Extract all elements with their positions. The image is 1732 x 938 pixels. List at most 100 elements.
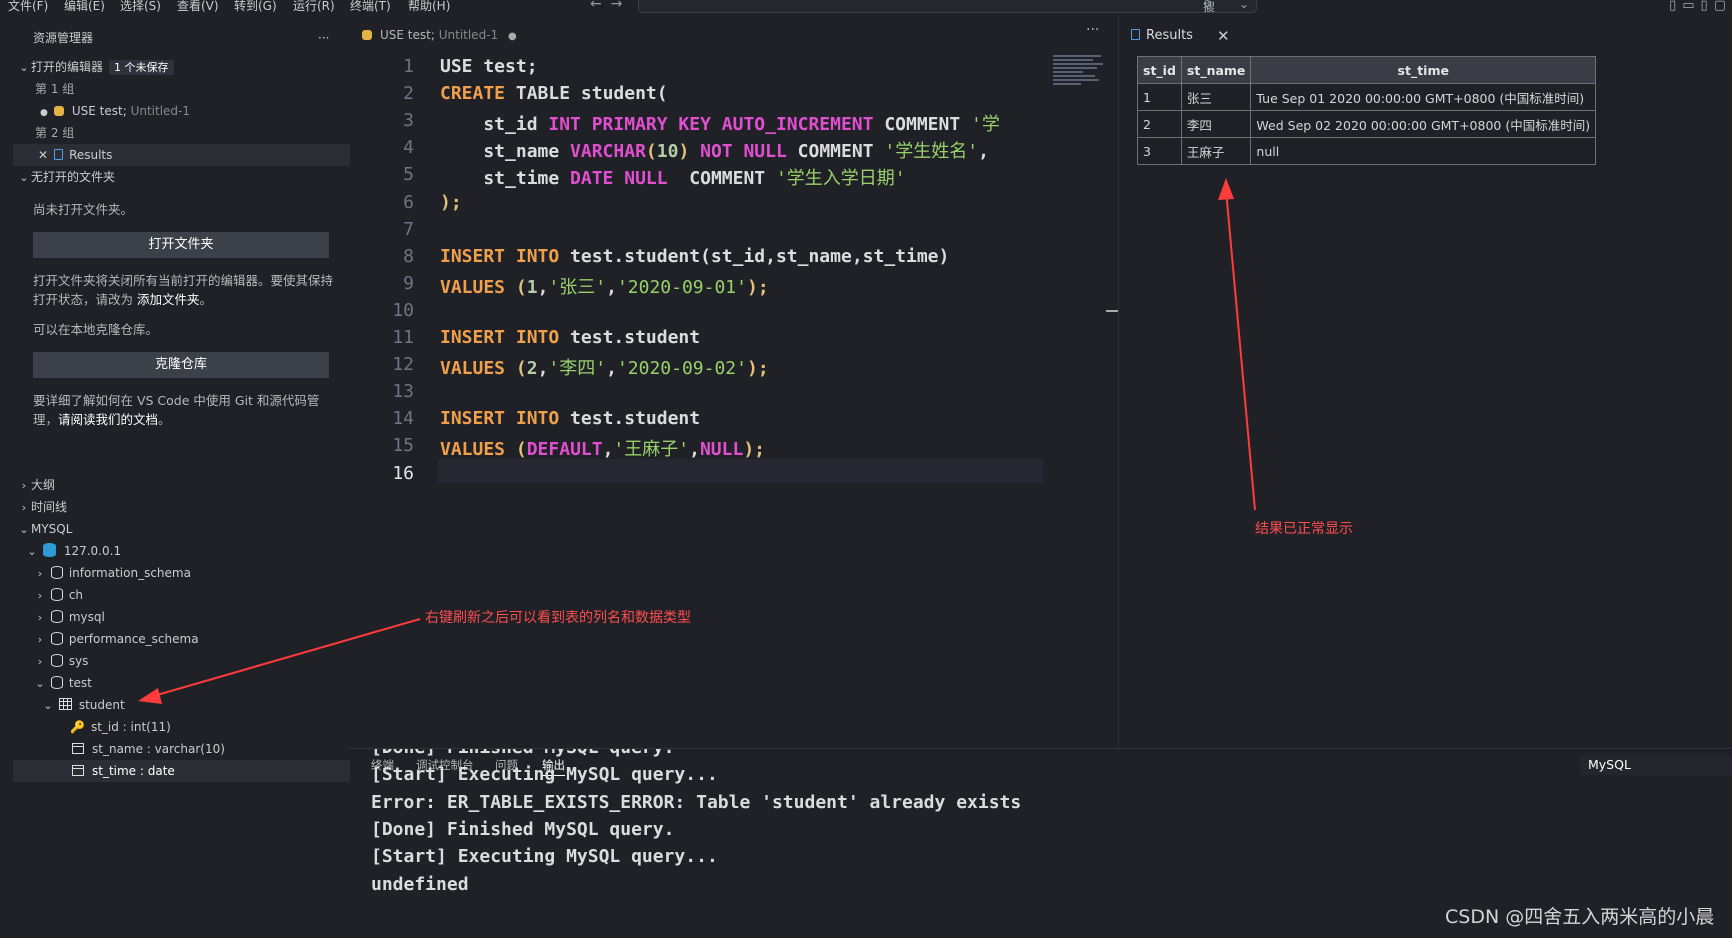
unsaved-dot-icon[interactable]: ● [508,31,517,42]
code-token: INSERT INTO [440,408,560,430]
tree-server[interactable]: ⌄ 127.0.0.1 [25,540,121,562]
tree-column-st-id[interactable]: 🔑 st_id : int(11) [70,716,171,738]
code-line[interactable]: st_id INT PRIMARY KEY AUTO_INCREMENT COM… [440,110,1000,136]
chevron-down-icon[interactable]: ⌄ [1239,0,1249,11]
command-center-search[interactable]: ⚲ 搜索⌄ [638,0,1257,14]
code-line[interactable]: INSERT INTO test.student [440,327,700,348]
tree-db-information-schema[interactable]: › information_schema [33,562,191,584]
outline-header[interactable]: › 大纲 [17,474,55,496]
docs-link[interactable]: 请阅读我们的文档 [58,412,158,427]
timeline-header[interactable]: › 时间线 [17,496,67,518]
mysql-header[interactable]: ⌄ MYSQL [17,518,72,540]
tree-db-performance-schema[interactable]: › performance_schema [33,628,199,650]
code-line[interactable]: ); [440,192,462,213]
code-token: , [537,358,549,380]
code-token: INT PRIMARY KEY AUTO_INCREMENT [548,114,874,136]
table-icon [58,698,72,710]
code-token: ( [515,439,527,461]
table-row[interactable]: 1 张三 Tue Sep 01 2020 00:00:00 GMT+0800 (中国… [1137,83,1597,111]
mysql-label: MYSQL [31,522,73,536]
code-line[interactable]: st_name VARCHAR(10) NOT NULL COMMENT '学生… [440,137,989,163]
db-label: ch [68,588,84,602]
line-number: 2 [403,83,414,105]
sql-file-icon [362,30,372,40]
code-line[interactable]: VALUES (2,'李四','2020-09-02'); [440,354,769,380]
open-editors-label: 打开的编辑器 [31,60,104,74]
line-number: 1 [403,56,414,77]
code-token: COMMENT [873,114,972,136]
line-number: 5 [403,164,414,186]
output-channel-select[interactable]: MySQL [1580,755,1732,775]
code-line[interactable]: st_time DATE NULL COMMENT '学生入学日期' [440,164,905,190]
menu-run[interactable]: 运行(R) [293,0,335,14]
code-token: '王麻子' [613,439,690,461]
code-token: ); [746,276,769,298]
nav-arrows[interactable]: ← → [590,0,622,12]
results-tab[interactable]: Results [1131,25,1193,47]
code-token: ( [645,141,657,163]
open-editors-header[interactable]: ⌄ 打开的编辑器 1 个未保存 [17,56,174,78]
code-line[interactable]: VALUES (DEFAULT,'王麻子',NULL); [440,435,765,461]
menu-file[interactable]: 文件(F) [8,0,48,14]
code-token: st_id [440,114,549,136]
menu-terminal[interactable]: 终端(T) [350,0,391,14]
code-token: , [689,439,700,461]
db-label: performance_schema [68,632,199,646]
back-arrow-icon[interactable]: ← [590,0,602,12]
table-row[interactable]: 2 李四 Wed Sep 02 2020 00:00:00 GMT+0800 (中国… [1137,110,1597,138]
table-row[interactable]: 3 王麻子 null [1137,137,1597,165]
open-folder-button[interactable]: 打开文件夹 [33,232,329,258]
table-cell: 1 [1137,83,1182,111]
column-header[interactable]: st_id [1137,56,1182,84]
clone-repo-button[interactable]: 克隆仓库 [33,352,329,378]
open-editor-untitled[interactable]: ● USE test; Untitled-1 [40,100,190,122]
more-actions-icon[interactable]: ··· [318,27,329,49]
open-editor-results[interactable]: ✕ Results [13,144,350,166]
menu-view[interactable]: 查看(V) [177,0,219,14]
code-line[interactable]: INSERT INTO test.student(st_id,st_name,s… [440,246,949,267]
tree-db-sys[interactable]: › sys [33,650,88,672]
tree-column-st-name[interactable]: st_name : varchar(10) [72,738,225,760]
line-number: 14 [392,408,414,430]
code-line[interactable]: VALUES (1,'张三','2020-09-01'); [440,273,769,299]
code-token: CREATE [440,83,506,105]
code-line[interactable]: USE test; [440,56,538,77]
no-folder-header[interactable]: ⌄ 无打开的文件夹 [17,166,115,188]
add-folder-link[interactable]: 添加文件夹 [137,292,200,307]
column-header[interactable]: st_time [1250,56,1597,84]
code-token: test.student(st_id,st_name,st_time) [559,245,950,267]
menu-edit[interactable]: 编辑(E) [64,0,105,14]
line-number: 13 [392,381,414,403]
tree-column-st-time[interactable]: st_time : date [13,760,350,782]
code-line[interactable]: CREATE TABLE student( [440,83,668,104]
line-number: 6 [403,191,414,213]
line-number: 10 [392,299,414,321]
key-icon: 🔑 [70,720,85,734]
menu-go[interactable]: 转到(G) [234,0,277,14]
more-actions-icon[interactable]: ··· [1086,22,1099,38]
close-icon[interactable]: ✕ [38,148,48,162]
chevron-down-icon: ⌄ [35,677,45,690]
minimap[interactable] [1053,55,1103,91]
chevron-right-icon: › [37,655,43,668]
layout-toggle-icons[interactable]: ▯▭▯▢ [1669,0,1732,13]
tree-db-ch[interactable]: › ch [33,584,83,606]
tree-db-test[interactable]: ⌄ test [33,672,92,694]
code-token: '2020-09-01' [616,276,747,298]
results-annotation: 结果已正常显示 [1255,521,1353,537]
close-icon[interactable]: ✕ [1217,25,1230,47]
code-line[interactable]: INSERT INTO test.student [440,408,700,429]
editor-tab-untitled[interactable]: USE test; Untitled-1 ● [350,24,517,46]
forward-arrow-icon[interactable]: → [611,0,623,12]
column-header[interactable]: st_name [1180,56,1252,84]
open-folder-hint: 打开文件夹将关闭所有当前打开的编辑器。要使其保持打开状态，请改为 添加文件夹。 [33,273,334,307]
column-label: st_time : date [92,764,175,778]
chevron-right-icon: › [37,589,43,602]
tree-db-mysql[interactable]: › mysql [33,606,105,628]
code-token: VALUES [440,276,506,298]
table-cell: Wed Sep 02 2020 00:00:00 GMT+0800 (中国标准时… [1250,110,1597,138]
menu-help[interactable]: 帮助(H) [408,0,450,14]
menu-selection[interactable]: 选择(S) [120,0,161,14]
tree-table-student[interactable]: ⌄ student [41,694,125,716]
